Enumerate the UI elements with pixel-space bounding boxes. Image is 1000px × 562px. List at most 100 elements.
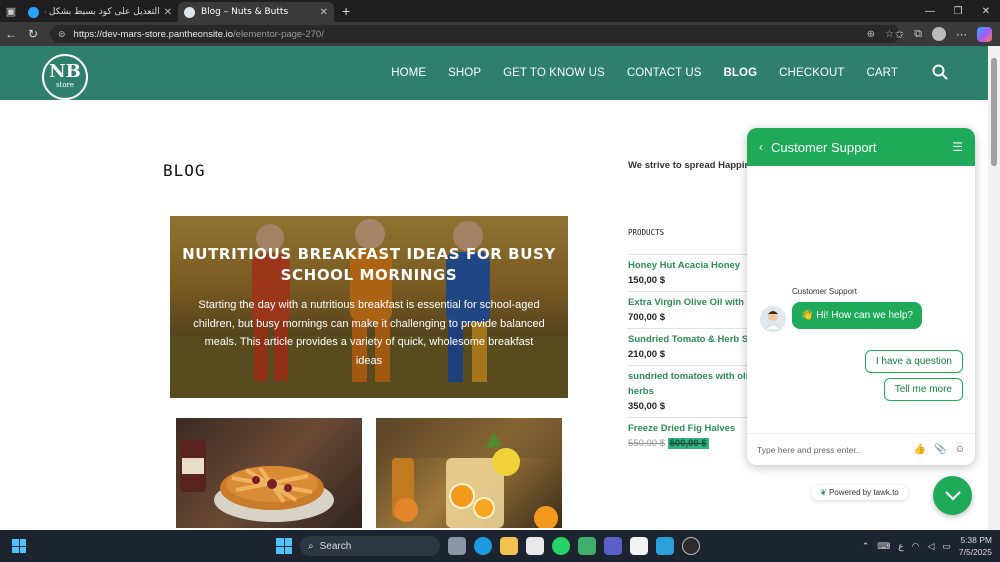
- start-icon[interactable]: [276, 538, 292, 554]
- share-icon[interactable]: ⊕: [867, 29, 875, 40]
- new-tab-button[interactable]: +: [334, 3, 358, 19]
- pie-image: [180, 440, 334, 522]
- chevron-left-icon[interactable]: ‹: [759, 140, 763, 154]
- site-info-icon[interactable]: ⊜: [58, 29, 66, 40]
- nav-get-to-know-us[interactable]: GET TO KNOW US: [503, 67, 605, 79]
- product-link[interactable]: sundried tomatoes with oli herbs: [628, 369, 757, 399]
- maximize-icon[interactable]: ❐: [944, 0, 972, 22]
- menu-icon[interactable]: ☰: [952, 140, 963, 154]
- chat-input[interactable]: Type here and press enter.. 👍 📎 ☺: [747, 433, 975, 465]
- wifi-icon[interactable]: ◠: [912, 541, 920, 552]
- tab-title: التعديل على كود بسيط بشكل سريع: [45, 7, 160, 17]
- powered-by[interactable]: ❦ Powered by tawk.to: [811, 485, 908, 500]
- app-icon[interactable]: [656, 537, 674, 555]
- chat-widget: ‹ Customer Support ☰ Customer Support 👋 …: [747, 128, 975, 465]
- drink-image: [376, 418, 562, 528]
- store-icon[interactable]: [526, 537, 544, 555]
- close-icon[interactable]: ✕: [320, 7, 328, 18]
- old-price: 550,00 $: [628, 438, 665, 449]
- list-item: Freeze Dried Fig Halves 550,00 $ 500,00 …: [627, 417, 757, 454]
- widgets-icon[interactable]: [12, 539, 26, 553]
- app-icon[interactable]: [578, 537, 596, 555]
- product-link[interactable]: Extra Virgin Olive Oil with H: [628, 295, 757, 310]
- time: 5:38 PM: [960, 535, 992, 545]
- edge-icon[interactable]: [474, 537, 492, 555]
- thumbs-up-icon[interactable]: 👍: [914, 444, 926, 455]
- app-icon[interactable]: [630, 537, 648, 555]
- quick-reply-button[interactable]: I have a question: [864, 350, 963, 373]
- nav-contact-us[interactable]: CONTACT US: [627, 67, 702, 79]
- language-indicator[interactable]: ع: [898, 541, 903, 552]
- attach-icon[interactable]: 📎: [934, 444, 946, 455]
- clock[interactable]: 5:38 PM 7/5/2025: [959, 534, 992, 558]
- search-icon[interactable]: [932, 64, 948, 80]
- taskbar-apps: ⌕ Search: [276, 536, 700, 556]
- profile-avatar[interactable]: [932, 27, 946, 41]
- page-scrollbar[interactable]: [988, 46, 1000, 530]
- agent-name: Customer Support: [792, 287, 857, 296]
- nav-home[interactable]: HOME: [391, 67, 426, 79]
- file-explorer-icon[interactable]: [500, 537, 518, 555]
- star-icon[interactable]: ☆: [885, 29, 894, 40]
- tab-arabic[interactable]: التعديل على كود بسيط بشكل سريع ✕: [22, 2, 178, 22]
- close-window-icon[interactable]: ✕: [972, 0, 1000, 22]
- tab-blog[interactable]: Blog – Nuts & Butts ✕: [178, 2, 334, 22]
- scrollbar-thumb[interactable]: [991, 58, 997, 166]
- post-thumbnail-drink[interactable]: [376, 418, 562, 528]
- favorites-icon[interactable]: ✩: [895, 28, 904, 41]
- tab-title: Blog – Nuts & Butts: [201, 7, 289, 17]
- chatgpt-icon[interactable]: [682, 537, 700, 555]
- system-tray: ⌃ ⌨ ع ◠ ◁ ▭ 5:38 PM 7/5/2025: [862, 534, 992, 558]
- post-excerpt: Starting the day with a nutritious break…: [193, 299, 545, 367]
- minimize-icon[interactable]: —: [916, 0, 944, 22]
- window-controls: — ❐ ✕: [916, 0, 1000, 22]
- product-price: 350,00 $: [628, 401, 665, 412]
- chevron-down-icon: [944, 490, 961, 501]
- quick-reply-button[interactable]: Tell me more: [883, 378, 963, 401]
- main-nav: HOME SHOP GET TO KNOW US CONTACT US BLOG…: [391, 46, 898, 100]
- browser-toolbar-right: ✩ ⧉ ⋯: [895, 22, 1000, 46]
- copilot-icon[interactable]: [977, 26, 992, 42]
- product-link[interactable]: Freeze Dried Fig Halves: [628, 421, 757, 436]
- task-view-icon[interactable]: [448, 537, 466, 555]
- window-menu-icon[interactable]: ▣: [0, 0, 22, 22]
- product-price: 210,00 $: [628, 349, 665, 360]
- url-path: /elementor-page-270/: [233, 28, 324, 40]
- back-icon[interactable]: ←: [0, 27, 22, 41]
- nav-checkout[interactable]: CHECKOUT: [779, 67, 844, 79]
- chevron-up-icon[interactable]: ⌃: [862, 541, 870, 552]
- reload-icon[interactable]: ↻: [22, 27, 44, 41]
- page-title: BLOG: [163, 161, 206, 180]
- search-icon: ⌕: [308, 540, 314, 552]
- post-thumbnail-pie[interactable]: [176, 418, 362, 528]
- keyboard-icon[interactable]: ⌨: [877, 541, 890, 552]
- url-field[interactable]: ⊜ https://dev-mars-store.pantheonsite.io…: [50, 25, 900, 43]
- featured-post[interactable]: NUTRITIOUS BREAKFAST IDEAS FOR BUSY SCHO…: [170, 216, 568, 398]
- taskbar-search[interactable]: ⌕ Search: [300, 536, 440, 556]
- sidebar-tagline: We strive to spread Happin: [628, 160, 751, 171]
- emoji-icon[interactable]: ☺: [955, 444, 965, 455]
- battery-icon[interactable]: ▭: [942, 541, 951, 552]
- chat-input-placeholder[interactable]: Type here and press enter..: [757, 445, 906, 455]
- list-item: sundried tomatoes with oli herbs 350,00 …: [627, 365, 757, 417]
- chat-title: Customer Support: [771, 139, 877, 155]
- nav-blog[interactable]: BLOG: [724, 67, 758, 79]
- whatsapp-icon[interactable]: [552, 537, 570, 555]
- post-title[interactable]: NUTRITIOUS BREAKFAST IDEAS FOR BUSY SCHO…: [180, 244, 558, 286]
- more-icon[interactable]: ⋯: [956, 28, 967, 41]
- chat-toggle-button[interactable]: [933, 476, 972, 515]
- product-link[interactable]: Sundried Tomato & Herb Sp: [628, 332, 757, 347]
- collections-icon[interactable]: ⧉: [914, 28, 922, 41]
- url-host: https://dev-mars-store.pantheonsite.io: [73, 28, 234, 40]
- product-link[interactable]: Honey Hut Acacia Honey: [628, 258, 757, 273]
- nav-cart[interactable]: CART: [867, 67, 899, 79]
- tawk-icon: ❦: [820, 488, 827, 497]
- teams-icon[interactable]: [604, 537, 622, 555]
- address-bar-row: ← ↻ ⊜ https://dev-mars-store.pantheonsit…: [0, 22, 1000, 46]
- site-logo[interactable]: NB store: [42, 54, 88, 100]
- volume-icon[interactable]: ◁: [927, 541, 934, 552]
- close-icon[interactable]: ✕: [164, 7, 172, 18]
- list-item: Honey Hut Acacia Honey 150,00 $: [627, 254, 757, 291]
- nav-shop[interactable]: SHOP: [448, 67, 481, 79]
- date: 7/5/2025: [958, 547, 992, 557]
